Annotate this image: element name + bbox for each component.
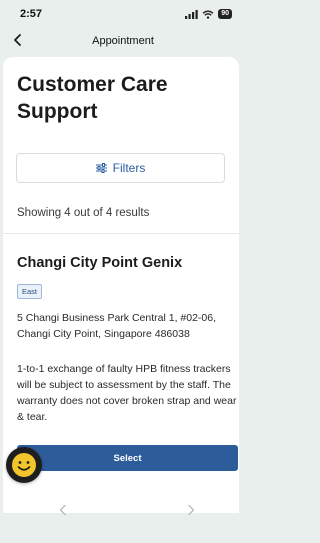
results-count: Showing 4 out of 4 results [17,207,150,219]
header-title: Appointment [92,35,154,47]
nav-header: Appointment [0,28,246,54]
battery-indicator: 90 [218,9,232,19]
content-card: Customer Care Support Filters Showing 4 … [3,57,239,513]
divider [3,233,239,234]
home-indicator-area [0,530,246,543]
location-terms: 1-to-1 exchange of faulty HPB fitness tr… [17,363,237,423]
select-button[interactable]: Select [17,445,238,471]
location-address: 5 Changi Business Park Central 1, #02-06… [17,312,217,340]
signal-icon [185,9,198,19]
next-page-chevron-icon[interactable] [184,503,198,517]
filters-button[interactable]: Filters [16,153,225,183]
wifi-icon [202,10,214,19]
region-badge: East [17,284,43,299]
back-chevron-icon[interactable] [10,32,26,48]
filter-sliders-icon [95,163,107,173]
filters-label: Filters [112,161,146,175]
smiley-face-icon [12,453,36,477]
page-title: Customer Care Support [17,73,168,123]
status-icons: 90 [185,9,232,19]
chat-assistant-button[interactable] [6,447,42,483]
location-name: Changi City Point Genix [17,255,183,271]
status-bar: 2:57 90 [0,0,246,28]
prev-page-chevron-icon[interactable] [56,503,70,517]
status-time: 2:57 [20,8,43,20]
